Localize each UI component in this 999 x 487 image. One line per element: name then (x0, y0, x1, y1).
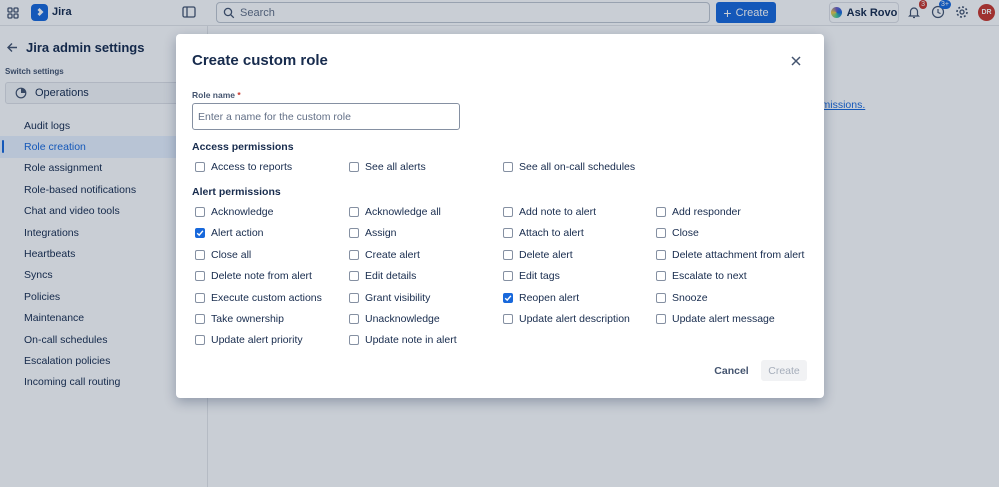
checkbox-delete-note-from-alert[interactable]: Delete note from alert (195, 270, 312, 282)
role-name-label: Role name * (192, 90, 241, 100)
checkbox-update-alert-priority[interactable]: Update alert priority (195, 334, 303, 346)
checkbox-unchecked-icon[interactable] (656, 292, 666, 303)
checkbox-label: Edit details (365, 270, 417, 283)
checkbox-unchecked-icon[interactable] (349, 162, 359, 172)
checkbox-delete-attachment-from-alert[interactable]: Delete attachment from alert (656, 249, 804, 261)
checkbox-update-alert-description[interactable]: Update alert description (503, 313, 630, 325)
checkbox-update-alert-message[interactable]: Update alert message (656, 313, 775, 325)
checkbox-label: Grant visibility (365, 291, 431, 304)
checkbox-checked-icon[interactable] (503, 292, 513, 303)
checkbox-label: Update alert message (672, 313, 775, 325)
checkbox-checked-icon[interactable] (195, 228, 205, 239)
checkbox-unchecked-icon[interactable] (195, 335, 205, 346)
checkbox-see-all-alerts[interactable]: See all alerts (349, 161, 426, 173)
checkbox-add-note-to-alert[interactable]: Add note to alert (503, 206, 596, 218)
checkbox-unchecked-icon[interactable] (349, 228, 359, 239)
cancel-button[interactable]: Cancel (709, 360, 754, 381)
checkbox-close-all[interactable]: Close all (195, 249, 251, 261)
checkbox-access-to-reports[interactable]: Access to reports (195, 161, 292, 173)
checkbox-label: Update alert priority (211, 334, 303, 347)
checkbox-label: Unacknowledge (365, 313, 440, 325)
checkbox-snooze[interactable]: Snooze (656, 292, 708, 304)
checkbox-label: Assign (365, 227, 397, 240)
checkbox-unchecked-icon[interactable] (503, 207, 513, 217)
checkbox-acknowledge[interactable]: Acknowledge (195, 206, 273, 218)
checkbox-close[interactable]: Close (656, 227, 699, 239)
access-permissions-heading: Access permissions (192, 141, 294, 153)
checkbox-label: Delete attachment from alert (672, 248, 805, 261)
checkbox-unchecked-icon[interactable] (349, 207, 359, 217)
checkbox-label: Delete note from alert (211, 270, 312, 283)
checkbox-attach-to-alert[interactable]: Attach to alert (503, 227, 584, 239)
checkbox-create-alert[interactable]: Create alert (349, 249, 420, 261)
checkbox-label: Update alert description (519, 313, 630, 325)
checkbox-unchecked-icon[interactable] (503, 249, 513, 260)
checkbox-unchecked-icon[interactable] (656, 228, 666, 239)
checkbox-label: Attach to alert (519, 227, 584, 240)
checkbox-unchecked-icon[interactable] (656, 249, 666, 260)
checkbox-unchecked-icon[interactable] (195, 207, 205, 217)
checkbox-label: Take ownership (211, 313, 284, 325)
checkbox-unchecked-icon[interactable] (656, 314, 666, 324)
checkbox-unchecked-icon[interactable] (349, 335, 359, 346)
create-custom-role-dialog: Create custom role Role name * Access pe… (176, 34, 824, 398)
checkbox-unacknowledge[interactable]: Unacknowledge (349, 313, 440, 325)
checkbox-unchecked-icon[interactable] (349, 271, 359, 282)
checkbox-unchecked-icon[interactable] (349, 249, 359, 260)
checkbox-unchecked-icon[interactable] (656, 271, 666, 282)
alert-permissions-heading: Alert permissions (192, 186, 281, 198)
checkbox-escalate-to-next[interactable]: Escalate to next (656, 270, 747, 282)
checkbox-label: Execute custom actions (211, 291, 322, 304)
checkbox-acknowledge-all[interactable]: Acknowledge all (349, 206, 441, 218)
checkbox-execute-custom-actions[interactable]: Execute custom actions (195, 292, 322, 304)
checkbox-label: Access to reports (211, 161, 293, 173)
checkbox-add-responder[interactable]: Add responder (656, 206, 741, 218)
checkbox-alert-action[interactable]: Alert action (195, 227, 264, 239)
checkbox-label: Close all (211, 248, 252, 261)
checkbox-label: Edit tags (519, 270, 560, 283)
checkbox-label: Alert action (211, 227, 264, 240)
checkbox-edit-details[interactable]: Edit details (349, 270, 416, 282)
checkbox-assign[interactable]: Assign (349, 227, 397, 239)
checkbox-reopen-alert[interactable]: Reopen alert (503, 292, 579, 304)
close-icon[interactable] (789, 54, 803, 68)
checkbox-label: Close (672, 227, 699, 240)
checkbox-label: Reopen alert (519, 291, 580, 304)
checkbox-grant-visibility[interactable]: Grant visibility (349, 292, 430, 304)
checkbox-unchecked-icon[interactable] (195, 162, 205, 172)
create-role-button[interactable]: Create (761, 360, 807, 381)
checkbox-take-ownership[interactable]: Take ownership (195, 313, 284, 325)
checkbox-unchecked-icon[interactable] (195, 292, 205, 303)
checkbox-label: Snooze (672, 291, 708, 304)
checkbox-edit-tags[interactable]: Edit tags (503, 270, 560, 282)
checkbox-unchecked-icon[interactable] (503, 271, 513, 282)
checkbox-delete-alert[interactable]: Delete alert (503, 249, 573, 261)
checkbox-label: See all alerts (365, 161, 426, 173)
checkbox-label: Acknowledge (211, 206, 274, 218)
checkbox-label: Create alert (365, 248, 420, 261)
checkbox-unchecked-icon[interactable] (503, 162, 513, 172)
checkbox-label: Add note to alert (519, 206, 597, 218)
checkbox-label: Delete alert (519, 248, 573, 261)
checkbox-label: Add responder (672, 206, 741, 218)
checkbox-see-all-on-call-schedules[interactable]: See all on-call schedules (503, 161, 635, 173)
checkbox-unchecked-icon[interactable] (349, 292, 359, 303)
checkbox-unchecked-icon[interactable] (349, 314, 359, 324)
checkbox-unchecked-icon[interactable] (195, 314, 205, 324)
checkbox-unchecked-icon[interactable] (195, 271, 205, 282)
dialog-title: Create custom role (192, 52, 328, 69)
checkbox-unchecked-icon[interactable] (503, 228, 513, 239)
required-asterisk: * (237, 90, 241, 100)
checkbox-update-note-in-alert[interactable]: Update note in alert (349, 334, 457, 346)
checkbox-unchecked-icon[interactable] (195, 249, 205, 260)
checkbox-label: Escalate to next (672, 270, 747, 283)
role-name-input[interactable] (192, 103, 460, 130)
checkbox-unchecked-icon[interactable] (656, 207, 666, 217)
checkbox-label: See all on-call schedules (519, 161, 636, 173)
checkbox-label: Acknowledge all (365, 206, 441, 218)
checkbox-unchecked-icon[interactable] (503, 314, 513, 324)
checkbox-label: Update note in alert (365, 334, 457, 347)
